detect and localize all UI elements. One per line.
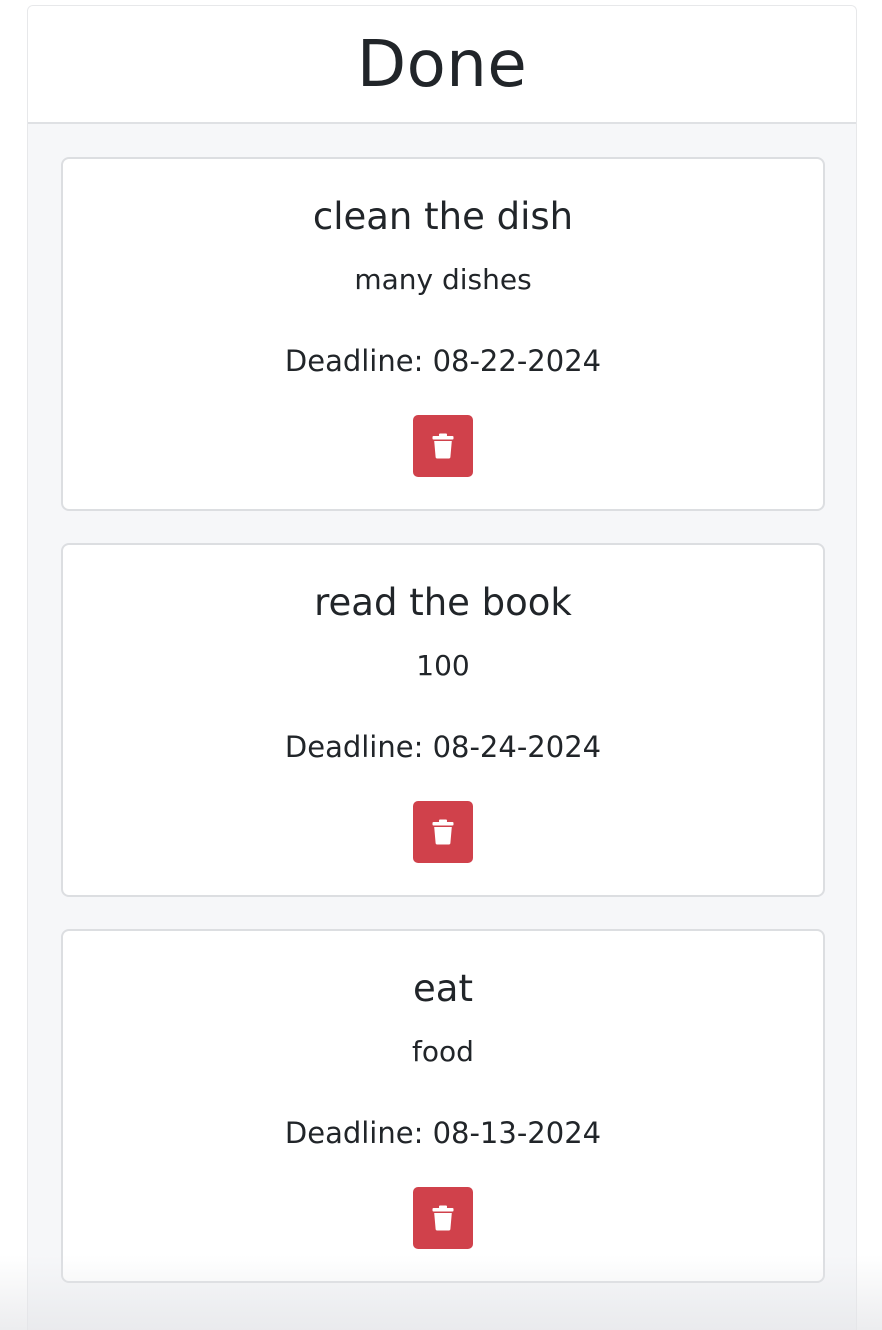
column-title: Done (356, 28, 528, 102)
task-deadline: Deadline: 08-24-2024 (284, 730, 602, 764)
task-description: 100 (416, 649, 470, 682)
task-deadline: Deadline: 08-22-2024 (284, 344, 602, 378)
task-description: many dishes (354, 263, 532, 296)
task-card: clean the dish many dishes Deadline: 08-… (61, 157, 825, 511)
task-list: clean the dish many dishes Deadline: 08-… (61, 157, 825, 1315)
column-header: Done (28, 6, 856, 124)
task-card: eat food Deadline: 08-13-2024 (61, 929, 825, 1283)
task-title: clean the dish (312, 195, 574, 238)
task-description: food (412, 1035, 474, 1068)
delete-task-button[interactable] (413, 1187, 473, 1249)
trash-icon (432, 819, 454, 845)
delete-task-button[interactable] (413, 801, 473, 863)
task-card: read the book 100 Deadline: 08-24-2024 (61, 543, 825, 897)
trash-icon (432, 1205, 454, 1231)
trash-icon (432, 433, 454, 459)
done-column: Done clean the dish many dishes Deadline… (27, 5, 857, 1330)
delete-task-button[interactable] (413, 415, 473, 477)
task-deadline: Deadline: 08-13-2024 (284, 1116, 602, 1150)
task-title: read the book (314, 581, 572, 624)
task-title: eat (413, 967, 473, 1010)
